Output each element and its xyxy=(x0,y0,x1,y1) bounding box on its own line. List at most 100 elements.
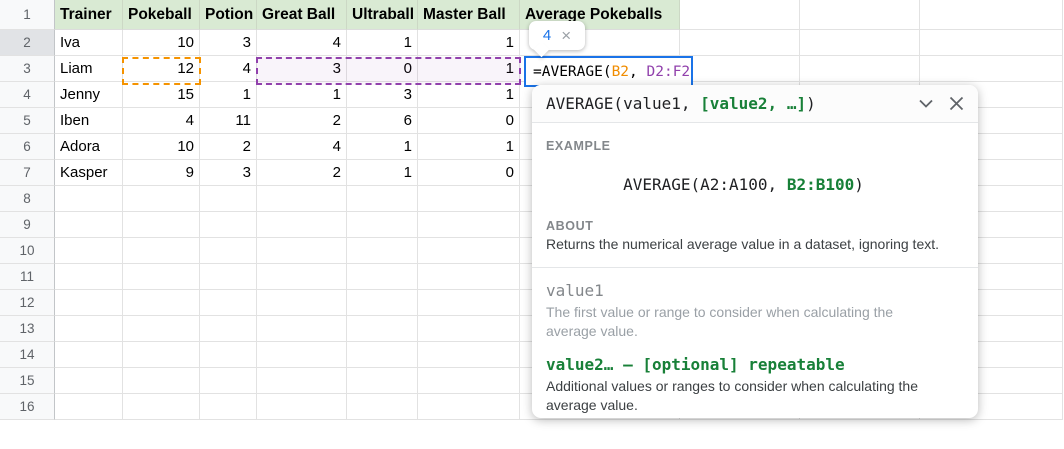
cell-C4[interactable]: 1 xyxy=(200,82,257,108)
cell-A11[interactable] xyxy=(55,264,123,290)
cell-B14[interactable] xyxy=(123,342,200,368)
cell-E9[interactable] xyxy=(347,212,418,238)
cell-D6[interactable]: 4 xyxy=(257,134,347,160)
cell-B16[interactable] xyxy=(123,394,200,420)
cell-E7[interactable]: 1 xyxy=(347,160,418,186)
cell-C5[interactable]: 11 xyxy=(200,108,257,134)
row-header-11[interactable]: 11 xyxy=(0,264,55,290)
row-header-13[interactable]: 13 xyxy=(0,316,55,342)
cell-F7[interactable]: 0 xyxy=(418,160,520,186)
cell-E11[interactable] xyxy=(347,264,418,290)
cell-F2[interactable]: 1 xyxy=(418,30,520,56)
cell-A14[interactable] xyxy=(55,342,123,368)
cell-E13[interactable] xyxy=(347,316,418,342)
cell-F11[interactable] xyxy=(418,264,520,290)
cell-J1[interactable] xyxy=(920,0,1063,30)
row-header-6[interactable]: 6 xyxy=(0,134,55,160)
cell-C15[interactable] xyxy=(200,368,257,394)
row-header-9[interactable]: 9 xyxy=(0,212,55,238)
cell-B10[interactable] xyxy=(123,238,200,264)
cell-E8[interactable] xyxy=(347,186,418,212)
cell-D12[interactable] xyxy=(257,290,347,316)
row-header-12[interactable]: 12 xyxy=(0,290,55,316)
cell-F4[interactable]: 1 xyxy=(418,82,520,108)
cell-C3[interactable]: 4 xyxy=(200,56,257,82)
row-header-14[interactable]: 14 xyxy=(0,342,55,368)
cell-A15[interactable] xyxy=(55,368,123,394)
cell-B8[interactable] xyxy=(123,186,200,212)
cell-E6[interactable]: 1 xyxy=(347,134,418,160)
cell-B3[interactable]: 12 xyxy=(123,56,200,82)
cell-F14[interactable] xyxy=(418,342,520,368)
cell-F3[interactable]: 1 xyxy=(418,56,520,82)
cell-E3[interactable]: 0 xyxy=(347,56,418,82)
cell-D5[interactable]: 2 xyxy=(257,108,347,134)
row-header-2[interactable]: 2 xyxy=(0,30,55,56)
cell-C1[interactable]: Potion xyxy=(200,0,257,30)
cell-B13[interactable] xyxy=(123,316,200,342)
cell-I2[interactable] xyxy=(800,30,920,56)
cell-C9[interactable] xyxy=(200,212,257,238)
cell-A1[interactable]: Trainer xyxy=(55,0,123,30)
cell-C10[interactable] xyxy=(200,238,257,264)
cell-B2[interactable]: 10 xyxy=(123,30,200,56)
cell-H3[interactable] xyxy=(680,56,800,82)
row-header-7[interactable]: 7 xyxy=(0,160,55,186)
cell-B12[interactable] xyxy=(123,290,200,316)
cell-F5[interactable]: 0 xyxy=(418,108,520,134)
cell-A13[interactable] xyxy=(55,316,123,342)
cell-A5[interactable]: Iben xyxy=(55,108,123,134)
cell-A16[interactable] xyxy=(55,394,123,420)
cell-I1[interactable] xyxy=(800,0,920,30)
cell-D11[interactable] xyxy=(257,264,347,290)
cell-F6[interactable]: 1 xyxy=(418,134,520,160)
cell-F8[interactable] xyxy=(418,186,520,212)
cell-B15[interactable] xyxy=(123,368,200,394)
row-header-3[interactable]: 3 xyxy=(0,56,55,82)
cell-D14[interactable] xyxy=(257,342,347,368)
cell-E14[interactable] xyxy=(347,342,418,368)
cell-F9[interactable] xyxy=(418,212,520,238)
cell-D3[interactable]: 3 xyxy=(257,56,347,82)
cell-E12[interactable] xyxy=(347,290,418,316)
cell-B9[interactable] xyxy=(123,212,200,238)
cell-E15[interactable] xyxy=(347,368,418,394)
cell-A2[interactable]: Iva xyxy=(55,30,123,56)
row-header-1[interactable]: 1 xyxy=(0,0,55,30)
cell-E4[interactable]: 3 xyxy=(347,82,418,108)
cell-D15[interactable] xyxy=(257,368,347,394)
cell-A9[interactable] xyxy=(55,212,123,238)
cell-A6[interactable]: Adora xyxy=(55,134,123,160)
cell-E10[interactable] xyxy=(347,238,418,264)
cell-D13[interactable] xyxy=(257,316,347,342)
cell-D10[interactable] xyxy=(257,238,347,264)
cell-C7[interactable]: 3 xyxy=(200,160,257,186)
cell-F10[interactable] xyxy=(418,238,520,264)
cell-D7[interactable]: 2 xyxy=(257,160,347,186)
cell-H1[interactable] xyxy=(680,0,800,30)
row-header-16[interactable]: 16 xyxy=(0,394,55,420)
row-header-8[interactable]: 8 xyxy=(0,186,55,212)
cell-A3[interactable]: Liam xyxy=(55,56,123,82)
cell-A4[interactable]: Jenny xyxy=(55,82,123,108)
cell-A10[interactable] xyxy=(55,238,123,264)
cell-C14[interactable] xyxy=(200,342,257,368)
cell-F13[interactable] xyxy=(418,316,520,342)
cell-C13[interactable] xyxy=(200,316,257,342)
preview-close-icon[interactable]: × xyxy=(561,27,571,44)
cell-B7[interactable]: 9 xyxy=(123,160,200,186)
cell-B1[interactable]: Pokeball xyxy=(123,0,200,30)
cell-D9[interactable] xyxy=(257,212,347,238)
close-icon[interactable] xyxy=(949,96,964,111)
chevron-down-icon[interactable] xyxy=(919,99,933,108)
cell-A8[interactable] xyxy=(55,186,123,212)
cell-D16[interactable] xyxy=(257,394,347,420)
cell-D2[interactable]: 4 xyxy=(257,30,347,56)
cell-B11[interactable] xyxy=(123,264,200,290)
formula-edit-cell[interactable]: =AVERAGE(B2, D2:F2 xyxy=(524,56,693,87)
cell-C6[interactable]: 2 xyxy=(200,134,257,160)
cell-F16[interactable] xyxy=(418,394,520,420)
cell-F1[interactable]: Master Ball xyxy=(418,0,520,30)
cell-H2[interactable] xyxy=(680,30,800,56)
cell-E2[interactable]: 1 xyxy=(347,30,418,56)
